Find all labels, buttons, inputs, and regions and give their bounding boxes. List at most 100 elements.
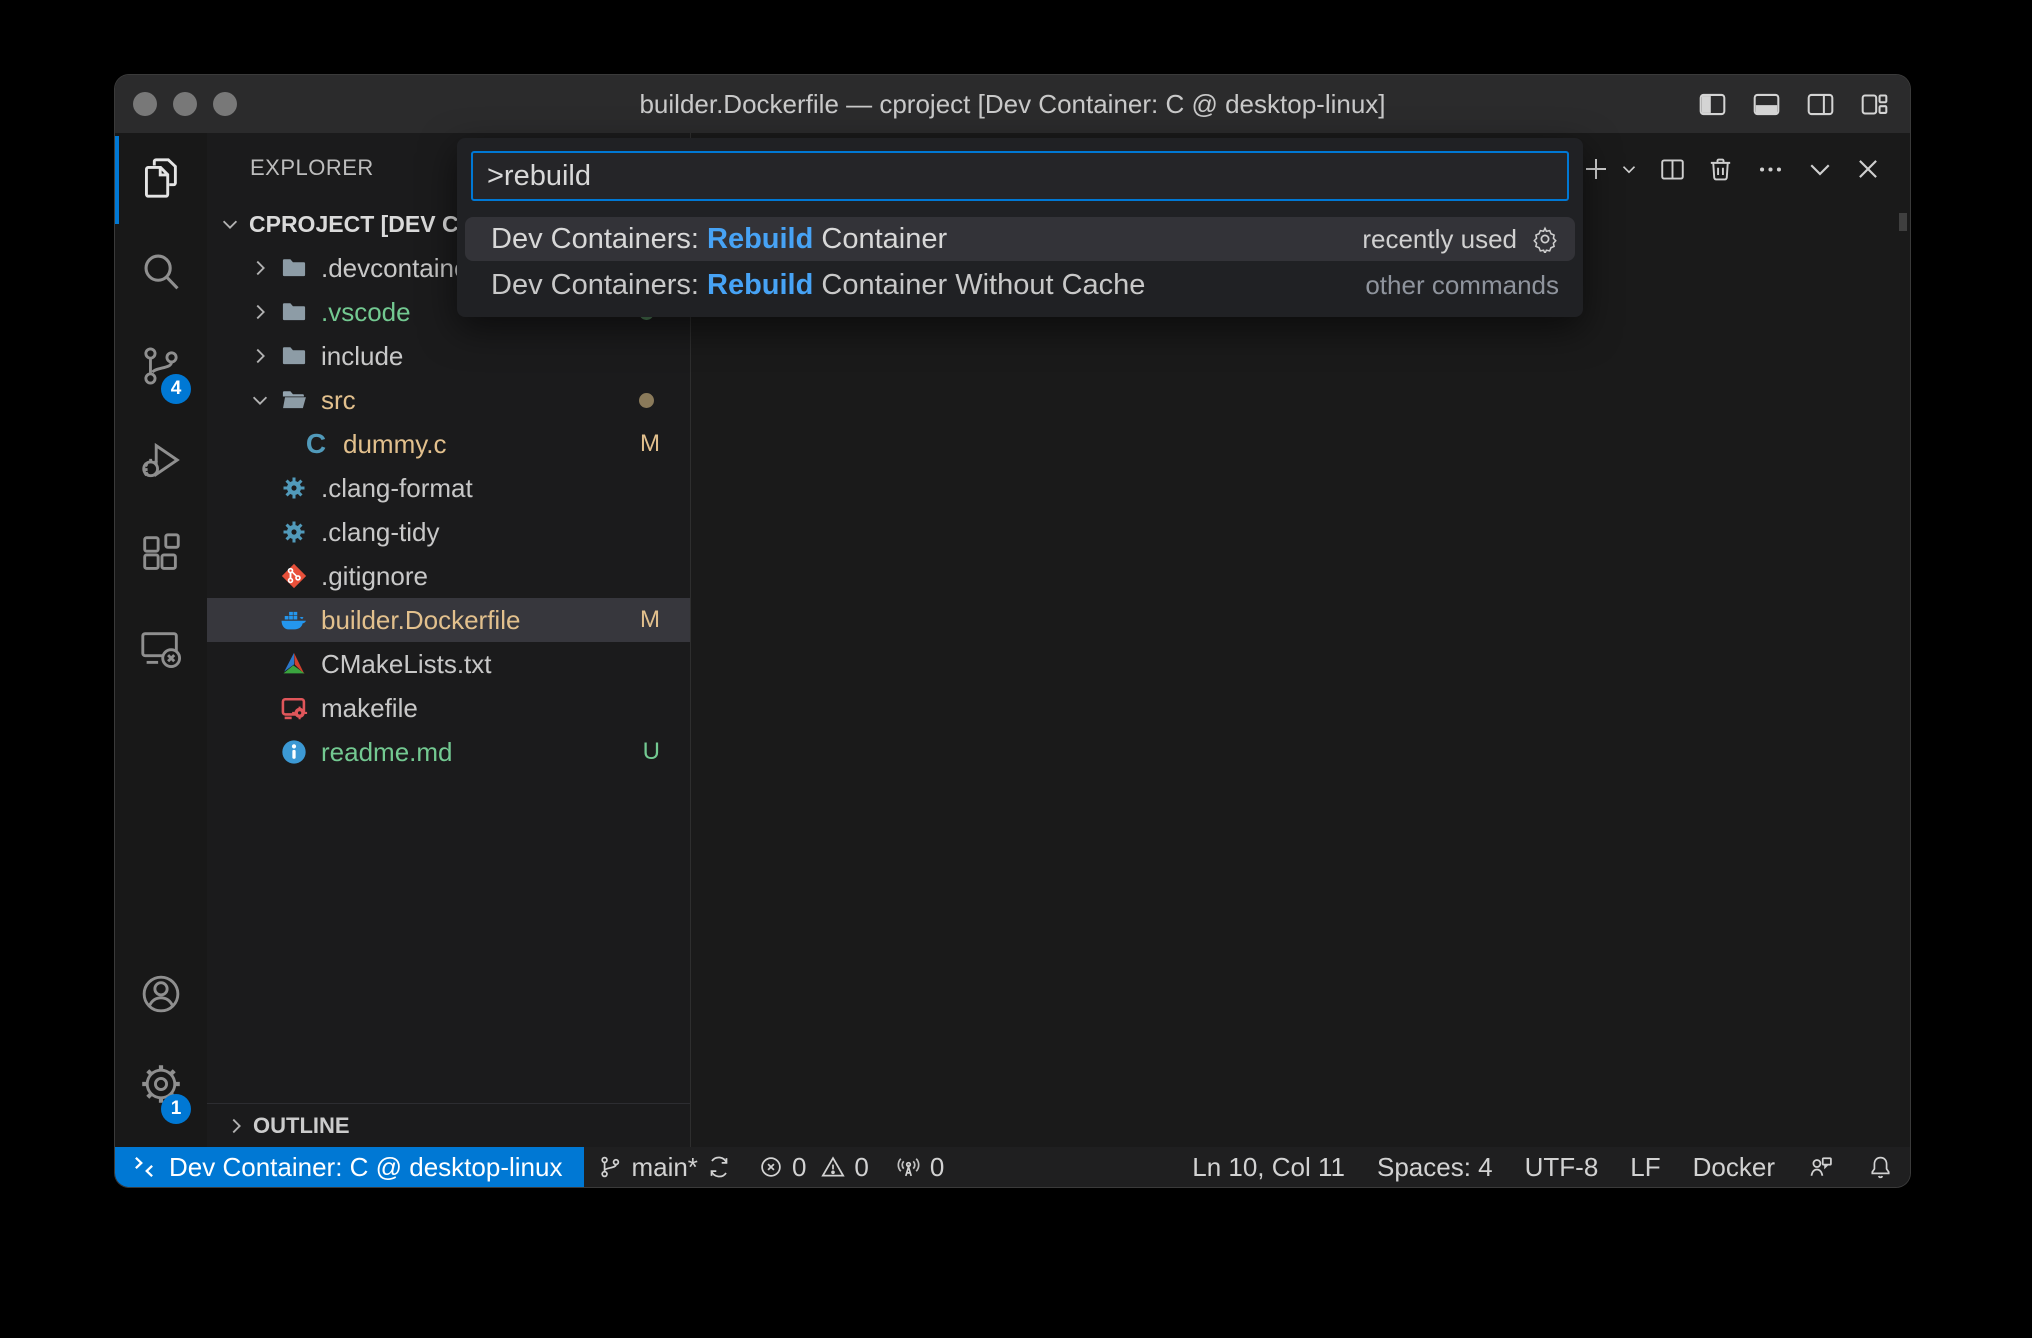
sidebar-item-source-control[interactable]: 4 <box>115 321 207 415</box>
command-palette: Dev Containers: Rebuild Container recent… <box>457 138 1583 317</box>
customize-layout-icon[interactable] <box>1861 91 1888 118</box>
result-highlight: Rebuild <box>707 269 813 302</box>
error-count: 0 <box>792 1152 806 1183</box>
git-modified-badge: M <box>640 430 660 458</box>
toggle-primary-sidebar-icon[interactable] <box>1699 91 1726 118</box>
scrollbar-thumb[interactable] <box>1899 213 1907 231</box>
branch-status[interactable]: main* <box>584 1152 744 1183</box>
tree-item-src[interactable]: src <box>207 378 690 422</box>
sidebar-item-extensions[interactable] <box>115 509 207 603</box>
kill-terminal-button[interactable] <box>1700 149 1740 189</box>
encoding-setting[interactable]: UTF-8 <box>1509 1152 1615 1183</box>
language-mode[interactable]: Docker <box>1677 1152 1791 1183</box>
sidebar-item-search[interactable] <box>115 227 207 321</box>
tree-item-label: readme.md <box>321 737 453 768</box>
c-file-icon: C <box>301 429 331 459</box>
tree-item-label: .clang-format <box>321 473 473 504</box>
more-actions-button[interactable] <box>1750 149 1790 189</box>
eol-setting[interactable]: LF <box>1614 1152 1676 1183</box>
command-result-rebuild-container[interactable]: Dev Containers: Rebuild Container recent… <box>465 217 1575 261</box>
remote-indicator[interactable]: Dev Container: C @ desktop-linux <box>115 1147 584 1187</box>
split-terminal-button[interactable] <box>1652 149 1692 189</box>
git-icon <box>279 561 309 591</box>
tree-item-clang-tidy[interactable]: .clang-tidy <box>207 510 690 554</box>
eol-label: LF <box>1630 1152 1660 1183</box>
tree-item-label: src <box>321 385 356 416</box>
terminal-dropdown-chevron-icon[interactable] <box>1616 149 1642 189</box>
minimize-window-button[interactable] <box>173 92 197 116</box>
outline-section[interactable]: OUTLINE <box>207 1103 690 1147</box>
folder-icon <box>279 253 309 283</box>
sidebar-item-remote-explorer[interactable] <box>115 603 207 697</box>
settings-notification-badge: 1 <box>161 1094 191 1124</box>
files-icon <box>138 155 184 206</box>
active-indicator <box>115 136 119 224</box>
tree-item-gitignore[interactable]: .gitignore <box>207 554 690 598</box>
scm-changes-badge: 4 <box>161 374 191 404</box>
settings-button[interactable]: 1 <box>115 1041 207 1131</box>
restore-panel-chevron-icon[interactable] <box>1800 149 1840 189</box>
problems-status[interactable]: 0 0 <box>745 1152 882 1183</box>
chevron-right-icon <box>247 343 273 369</box>
tree-item-include[interactable]: include <box>207 334 690 378</box>
tree-item-cmakelists[interactable]: CMakeLists.txt <box>207 642 690 686</box>
remote-icon <box>131 1154 157 1180</box>
makefile-icon <box>279 693 309 723</box>
sync-icon <box>706 1154 732 1180</box>
folder-icon <box>279 341 309 371</box>
indentation-setting[interactable]: Spaces: 4 <box>1361 1152 1509 1183</box>
notifications-button[interactable] <box>1851 1154 1910 1181</box>
feedback-icon <box>1807 1153 1835 1181</box>
close-window-button[interactable] <box>133 92 157 116</box>
info-icon <box>279 737 309 767</box>
tree-item-label: makefile <box>321 693 418 724</box>
git-status-dot <box>639 393 654 408</box>
git-branch-icon <box>597 1154 623 1180</box>
command-input[interactable] <box>473 160 1567 193</box>
cursor-position[interactable]: Ln 10, Col 11 <box>1176 1152 1361 1183</box>
activity-bar: 4 <box>115 133 207 1147</box>
command-result-rebuild-without-cache[interactable]: Dev Containers: Rebuild Container Withou… <box>465 263 1575 307</box>
panel-toolbar <box>1576 149 1888 189</box>
tree-item-builder-dockerfile[interactable]: builder.Dockerfile M <box>207 598 690 642</box>
toggle-panel-icon[interactable] <box>1753 91 1780 118</box>
close-panel-button[interactable] <box>1848 149 1888 189</box>
indent-label: Spaces: 4 <box>1377 1152 1493 1183</box>
tree-item-readme[interactable]: readme.md U <box>207 730 690 774</box>
tree-item-label: include <box>321 341 403 372</box>
tree-item-makefile[interactable]: makefile <box>207 686 690 730</box>
ports-status[interactable]: 0 <box>882 1152 957 1183</box>
bell-icon <box>1867 1154 1894 1181</box>
account-button[interactable] <box>115 951 207 1041</box>
status-bar: Dev Container: C @ desktop-linux main* 0… <box>115 1147 1910 1187</box>
tree-item-label: dummy.c <box>343 429 447 460</box>
chevron-right-icon <box>247 255 273 281</box>
remote-label: Dev Container: C @ desktop-linux <box>169 1152 562 1183</box>
warning-count: 0 <box>854 1152 868 1183</box>
tree-item-label: .gitignore <box>321 561 428 592</box>
toggle-secondary-sidebar-icon[interactable] <box>1807 91 1834 118</box>
run-debug-icon <box>138 437 184 488</box>
git-modified-badge: M <box>640 606 660 634</box>
result-prefix: Dev Containers: <box>491 269 707 302</box>
result-meta: other commands <box>1365 270 1559 301</box>
feedback-button[interactable] <box>1791 1153 1851 1181</box>
sidebar-item-run-debug[interactable] <box>115 415 207 509</box>
radio-tower-icon <box>895 1154 922 1181</box>
result-suffix: Container <box>813 223 947 256</box>
search-icon <box>138 249 184 300</box>
docker-icon <box>279 605 309 635</box>
sidebar-item-explorer[interactable] <box>115 133 207 227</box>
zoom-window-button[interactable] <box>213 92 237 116</box>
remote-explorer-icon <box>138 625 184 676</box>
configure-keybinding-gear-icon[interactable] <box>1531 225 1559 253</box>
branch-label: main* <box>631 1152 697 1183</box>
tree-item-label: CMakeLists.txt <box>321 649 492 680</box>
tree-item-dummy-c[interactable]: C dummy.c M <box>207 422 690 466</box>
tree-item-clang-format[interactable]: .clang-format <box>207 466 690 510</box>
result-prefix: Dev Containers: <box>491 223 707 256</box>
gear-file-icon <box>279 473 309 503</box>
outline-label: OUTLINE <box>253 1113 350 1139</box>
window-title: builder.Dockerfile — cproject [Dev Conta… <box>115 89 1910 120</box>
tree-item-label: .clang-tidy <box>321 517 440 548</box>
